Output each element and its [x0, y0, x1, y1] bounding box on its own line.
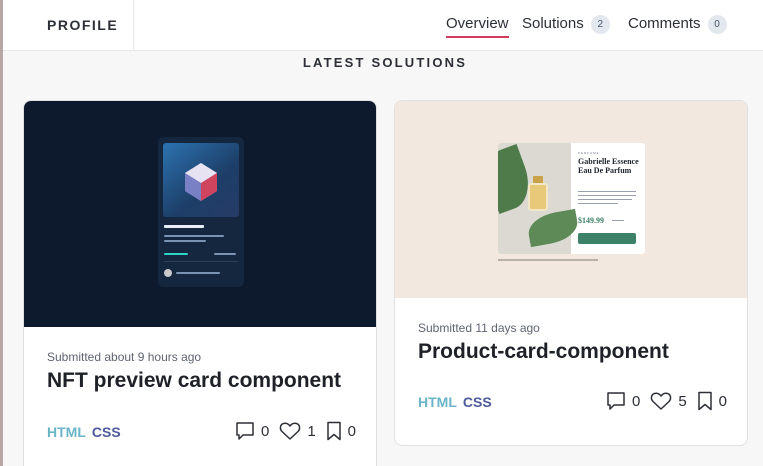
likes-stat[interactable]: 1: [279, 421, 316, 441]
tab-solutions[interactable]: Solutions 2: [522, 15, 610, 34]
tag-html: HTML: [47, 424, 86, 440]
profile-header: PROFILE Overview Solutions 2 Comments 0: [3, 0, 763, 51]
product-name: Gabrielle Essence Eau De Parfum: [578, 157, 639, 175]
tag-html: HTML: [418, 394, 457, 410]
comments-stat[interactable]: 0: [235, 421, 269, 441]
product-price: $149.99: [578, 216, 604, 225]
nft-desc-line: [164, 235, 224, 237]
likes-count: 1: [307, 422, 316, 440]
product-card-thumbnail: PERFUME Gabrielle Essence Eau De Parfum …: [498, 143, 645, 254]
solution-card-body: Submitted about 9 hours ago NFT preview …: [47, 350, 356, 393]
nft-divider: [164, 261, 238, 262]
nft-creator-line: [176, 272, 220, 274]
profile-cell: PROFILE: [3, 0, 134, 50]
likes-stat[interactable]: 5: [650, 391, 687, 411]
tab-comments[interactable]: Comments 0: [628, 15, 727, 34]
section-title: LATEST SOLUTIONS: [302, 55, 468, 70]
bookmarks-count: 0: [718, 392, 727, 410]
solution-card[interactable]: PERFUME Gabrielle Essence Eau De Parfum …: [394, 100, 748, 446]
product-desc-line: [578, 199, 632, 200]
comments-count-badge: 0: [707, 15, 727, 34]
solution-preview-image[interactable]: PERFUME Gabrielle Essence Eau De Parfum …: [395, 101, 747, 298]
cube-icon: [185, 163, 217, 201]
leaf-shape: [525, 208, 581, 248]
solutions-count-badge: 2: [590, 15, 610, 34]
heart-icon: [280, 422, 301, 440]
product-desc-line: [578, 191, 636, 192]
tab-comments-label: Comments: [628, 15, 701, 32]
nft-equilibrium-image: [163, 143, 239, 217]
nft-price-line: [164, 253, 188, 255]
add-to-cart-button: [578, 233, 636, 244]
solution-card-footer: HTML CSS 0 1 0: [47, 421, 356, 443]
product-desc-line: [578, 203, 618, 204]
bookmark-icon: [326, 421, 341, 441]
comment-icon: [236, 422, 254, 440]
nft-title-line: [164, 225, 204, 228]
nft-desc-line: [164, 240, 206, 242]
product-kicker: PERFUME: [578, 151, 600, 155]
bookmarks-stat[interactable]: 0: [326, 421, 356, 441]
tab-overview-label: Overview: [446, 15, 509, 32]
profile-label: PROFILE: [47, 17, 119, 33]
perfume-photo: [498, 143, 581, 254]
solution-card-footer: HTML CSS 0 5 0: [418, 391, 727, 413]
likes-count: 5: [678, 392, 687, 410]
solution-title[interactable]: Product-card-component: [418, 340, 727, 364]
tag-css: CSS: [462, 394, 492, 410]
nft-preview-card-thumbnail: [158, 137, 244, 287]
bookmark-icon: [697, 391, 712, 411]
comments-count: 0: [631, 392, 641, 410]
tab-overview[interactable]: Overview: [446, 15, 509, 38]
heart-icon: [651, 392, 672, 410]
product-desc-line: [578, 195, 636, 196]
solution-card[interactable]: Submitted about 9 hours ago NFT preview …: [23, 100, 377, 466]
submitted-time: Submitted 11 days ago: [418, 321, 540, 335]
bookmarks-count: 0: [347, 422, 356, 440]
perfume-bottle: [528, 183, 548, 211]
nft-avatar: [164, 269, 172, 277]
tag-css: CSS: [91, 424, 121, 440]
tab-solutions-label: Solutions: [522, 15, 584, 32]
comment-icon: [607, 392, 625, 410]
solution-stats: 0 1 0: [229, 421, 356, 441]
submitted-time: Submitted about 9 hours ago: [47, 350, 202, 364]
nft-time-line: [214, 253, 236, 255]
bookmarks-stat[interactable]: 0: [697, 391, 727, 411]
comments-stat[interactable]: 0: [606, 391, 640, 411]
attribution-line: [498, 259, 598, 261]
solution-stats: 0 5 0: [600, 391, 727, 411]
solution-title[interactable]: NFT preview card component: [47, 369, 356, 393]
solution-card-body: Submitted 11 days ago Product-card-compo…: [418, 321, 727, 364]
solution-preview-image[interactable]: [24, 101, 376, 327]
product-old-price: [612, 220, 624, 221]
comments-count: 0: [260, 422, 270, 440]
